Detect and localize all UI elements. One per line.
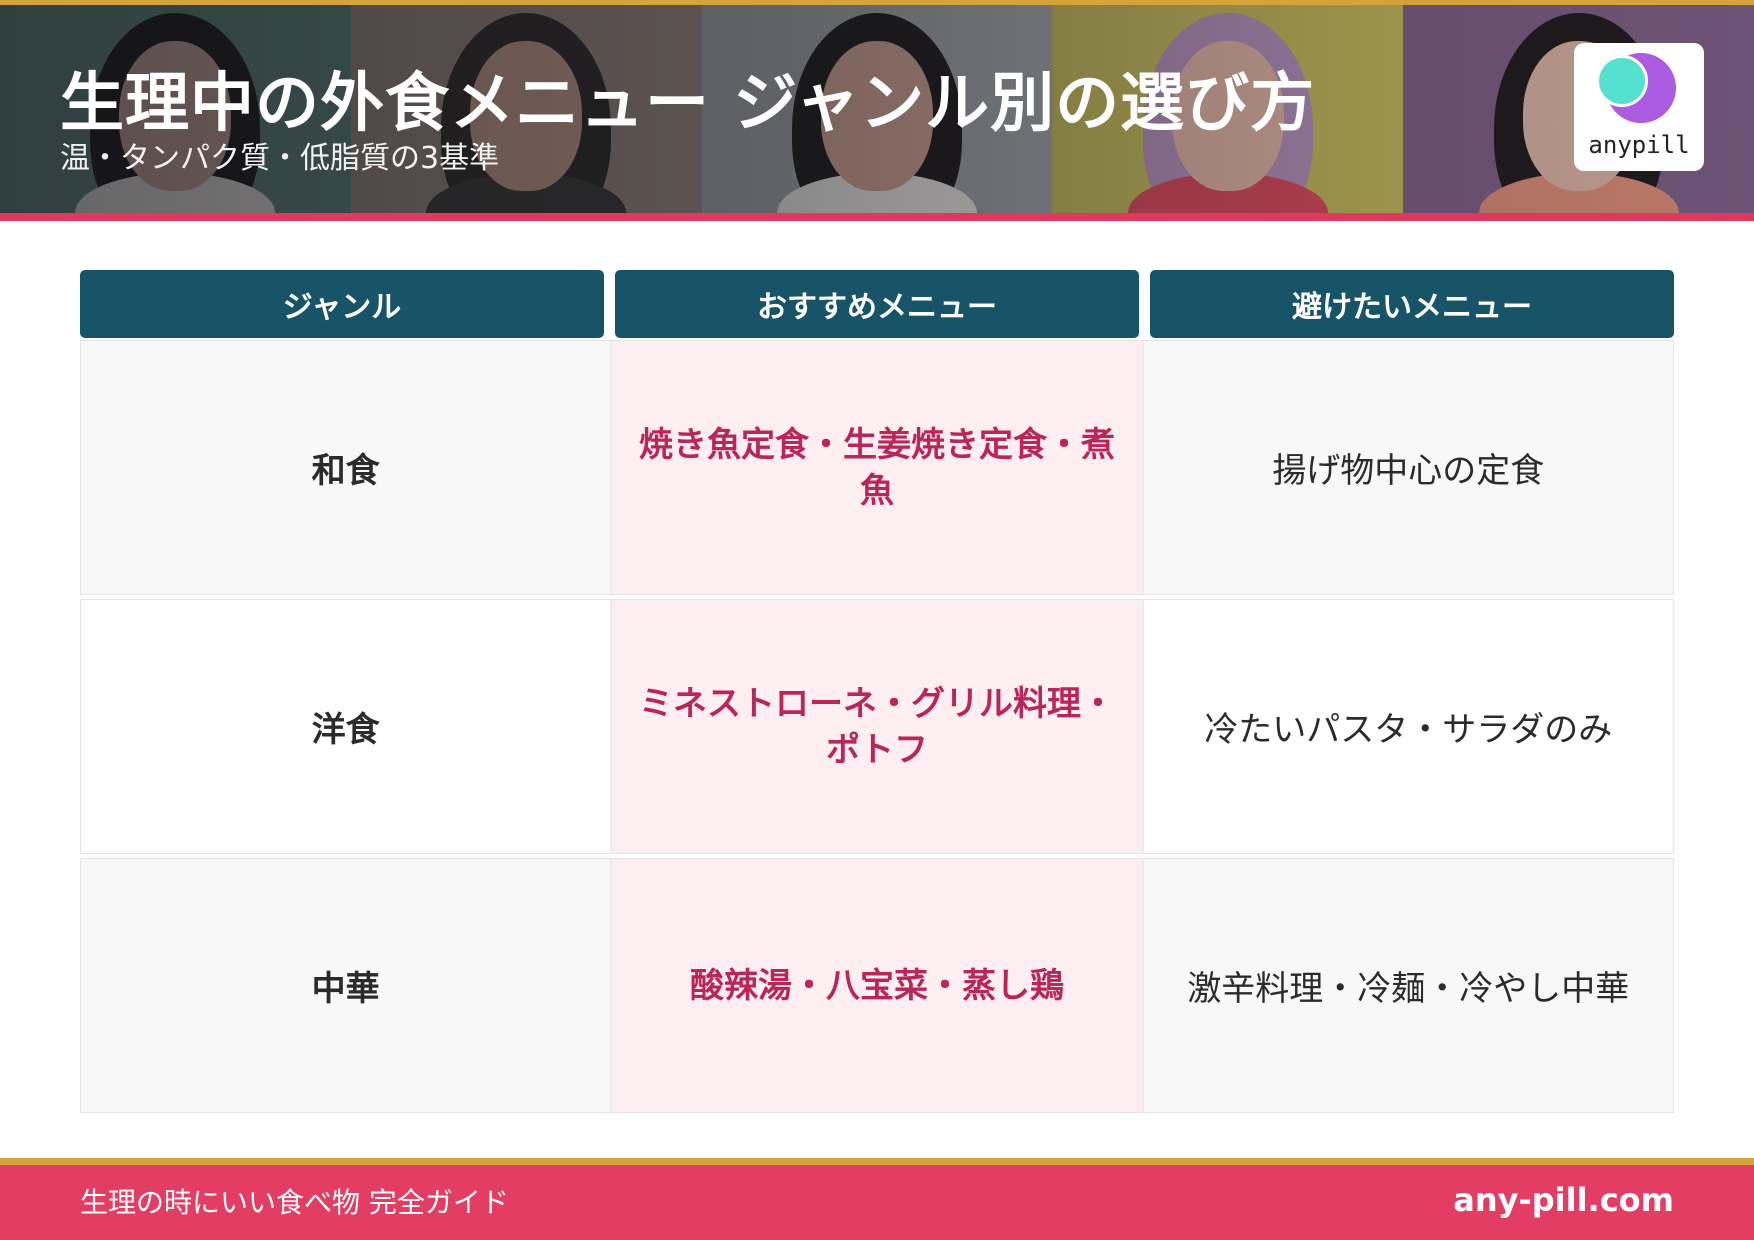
footer-guide-title: 生理の時にいい食べ物 完全ガイド bbox=[80, 1186, 509, 1219]
recommended-cell: 酸辣湯・八宝菜・蒸し鶏 bbox=[612, 859, 1144, 1112]
footer-gold-stripe bbox=[0, 1158, 1754, 1165]
header-pink-stripe bbox=[0, 213, 1754, 221]
recommended-cell: 焼き魚定食・生姜焼き定食・煮魚 bbox=[612, 341, 1144, 594]
anypill-logo: anypill bbox=[1574, 43, 1704, 171]
table-header-row: ジャンル おすすめメニュー 避けたいメニュー bbox=[80, 270, 1674, 338]
page-subtitle: 温・タンパク質・低脂質の3基準 bbox=[60, 141, 500, 176]
column-header-avoid: 避けたいメニュー bbox=[1150, 270, 1674, 338]
recommended-cell: ミネストローネ・グリル料理・ポトフ bbox=[612, 600, 1144, 853]
page-title: 生理中の外食メニュー ジャンル別の選び方 bbox=[60, 67, 1316, 141]
genre-cell: 中華 bbox=[81, 859, 613, 1112]
avoid-cell: 揚げ物中心の定食 bbox=[1272, 451, 1545, 491]
avoid-cell: 冷たいパスタ・サラダのみ bbox=[1204, 710, 1613, 750]
logo-disc-icon bbox=[1596, 55, 1648, 107]
menu-comparison-table: ジャンル おすすめメニュー 避けたいメニュー 和食 焼き魚定食・生姜焼き定食・煮… bbox=[80, 270, 1674, 1117]
genre-cell: 和食 bbox=[81, 341, 613, 594]
column-header-genre: ジャンル bbox=[80, 270, 604, 338]
header-banner: 生理中の外食メニュー ジャンル別の選び方 温・タンパク質・低脂質の3基準 any… bbox=[0, 0, 1754, 221]
column-header-recommended: おすすめメニュー bbox=[615, 270, 1139, 338]
header-gold-stripe bbox=[0, 0, 1754, 5]
genre-cell: 洋食 bbox=[81, 600, 613, 853]
logo-text: anypill bbox=[1588, 131, 1690, 159]
table-row: 中華 酸辣湯・八宝菜・蒸し鶏 激辛料理・冷麺・冷やし中華 bbox=[80, 858, 1674, 1113]
avoid-cell: 激辛料理・冷麺・冷やし中華 bbox=[1187, 969, 1630, 1009]
table-row: 洋食 ミネストローネ・グリル料理・ポトフ 冷たいパスタ・サラダのみ bbox=[80, 599, 1674, 854]
table-row: 和食 焼き魚定食・生姜焼き定食・煮魚 揚げ物中心の定食 bbox=[80, 340, 1674, 595]
footer-bar: 生理の時にいい食べ物 完全ガイド any-pill.com bbox=[0, 1165, 1754, 1240]
footer-site-link[interactable]: any-pill.com bbox=[1453, 1181, 1674, 1219]
